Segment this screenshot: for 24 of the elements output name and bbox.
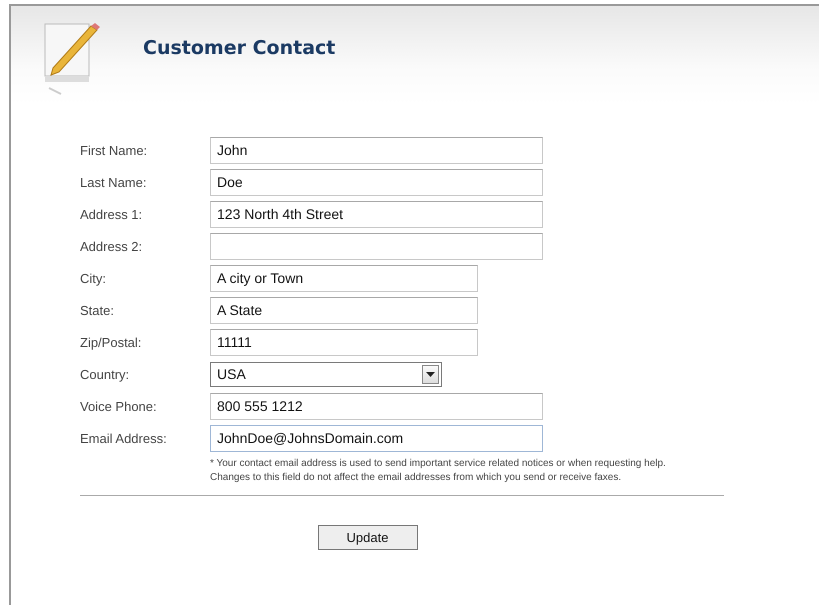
dropdown-arrow-icon (426, 372, 435, 376)
input-field[interactable]: 123 North 4th Street (210, 200, 543, 228)
field-label: Zip/Postal: (80, 334, 142, 350)
input-field[interactable]: 800 555 1212 (210, 392, 543, 420)
input-field[interactable]: A city or Town (210, 264, 478, 292)
input-field[interactable]: A State (210, 296, 478, 324)
field-label: Last Name: (80, 174, 148, 190)
page-title: Customer Contact (143, 37, 336, 59)
email-note: * Your contact email address is used to send important service related notices or when requesting help. Changes to this field do not affect the email addresses from which you send or receive faxes. (210, 457, 667, 485)
field-label: Address 1: (80, 206, 144, 222)
field-label: City: (80, 270, 107, 286)
field-label: Email Address: (80, 430, 168, 446)
field-label: First Name: (80, 142, 148, 158)
field-label: State: (80, 302, 115, 318)
field-label: Country: (80, 366, 130, 382)
country-dropdown[interactable]: USA (210, 362, 442, 386)
input-field[interactable]: 11111 (210, 328, 478, 356)
input-field[interactable] (210, 232, 543, 260)
field-label: Address 2: (80, 238, 144, 254)
input-field[interactable]: Doe (210, 168, 543, 196)
update-button[interactable]: Update (318, 525, 418, 550)
input-field[interactable]: JohnDoe@JohnsDomain.com (210, 424, 543, 452)
field-label: Voice Phone: (80, 398, 158, 414)
input-field[interactable]: John (210, 136, 543, 164)
